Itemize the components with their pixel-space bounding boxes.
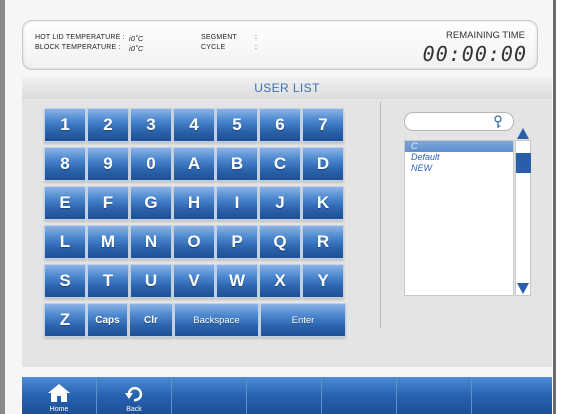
key-q[interactable]: Q [259, 225, 301, 259]
key-v[interactable]: V [173, 264, 215, 298]
key-o[interactable]: O [173, 225, 215, 259]
home-button[interactable]: Home [22, 377, 97, 414]
key-d[interactable]: D [302, 147, 344, 181]
list-item[interactable]: C [405, 141, 513, 152]
key-r[interactable]: R [302, 225, 344, 259]
nav-slot-6[interactable] [397, 377, 472, 414]
key-6[interactable]: 6 [259, 108, 301, 142]
user-list: C Default NEW [404, 140, 514, 296]
key-y[interactable]: Y [302, 264, 344, 298]
key-u[interactable]: U [130, 264, 172, 298]
key-c[interactable]: C [259, 147, 301, 181]
key-w[interactable]: W [216, 264, 258, 298]
list-item[interactable]: NEW [405, 163, 513, 174]
scroll-up-icon[interactable] [517, 128, 529, 139]
enter-button[interactable]: Enter [260, 303, 346, 337]
key-b[interactable]: B [216, 147, 258, 181]
key-a[interactable]: A [173, 147, 215, 181]
key-p[interactable]: P [216, 225, 258, 259]
scroll-down-icon[interactable] [517, 283, 529, 294]
key-2[interactable]: 2 [87, 108, 129, 142]
key-t[interactable]: T [87, 264, 129, 298]
clear-button[interactable]: Clr [129, 303, 173, 337]
segment-separator: : [255, 34, 258, 41]
key-0[interactable]: 0 [130, 147, 172, 181]
key-j[interactable]: J [259, 186, 301, 220]
key-e[interactable]: E [44, 186, 86, 220]
page-title: USER LIST [254, 81, 320, 95]
remaining-time-value: 00:00:00 [422, 42, 527, 66]
back-button[interactable]: Back [97, 377, 172, 414]
scrollbar[interactable] [515, 140, 531, 296]
cycle-separator: : [255, 44, 258, 51]
key-f[interactable]: F [87, 186, 129, 220]
key-l[interactable]: L [44, 225, 86, 259]
back-icon [125, 386, 143, 402]
home-icon [48, 384, 70, 402]
bottom-nav: Home Back [22, 377, 552, 414]
key-i[interactable]: I [216, 186, 258, 220]
key-k[interactable]: K [302, 186, 344, 220]
key-n[interactable]: N [130, 225, 172, 259]
key-3[interactable]: 3 [130, 108, 172, 142]
panel-divider [380, 102, 381, 328]
key-5[interactable]: 5 [216, 108, 258, 142]
hot-lid-label: HOT LID TEMPERATURE : [35, 34, 125, 41]
search-input[interactable] [404, 112, 514, 131]
block-temp-label: BLOCK TEMPERATURE : [35, 44, 121, 51]
back-label: Back [126, 406, 142, 413]
nav-slot-3[interactable] [172, 377, 247, 414]
remaining-time-label: REMAINING TIME [446, 30, 525, 41]
key-1[interactable]: 1 [44, 108, 86, 142]
key-9[interactable]: 9 [87, 147, 129, 181]
nav-slot-5[interactable] [322, 377, 397, 414]
key-z[interactable]: Z [44, 303, 86, 337]
nav-slot-7[interactable] [472, 377, 552, 414]
segment-label: SEGMENT [201, 34, 238, 41]
key-icon [494, 115, 502, 128]
nav-slot-4[interactable] [247, 377, 322, 414]
list-item[interactable]: Default [405, 152, 513, 163]
key-g[interactable]: G [130, 186, 172, 220]
status-header: HOT LID TEMPERATURE : i0˚C BLOCK TEMPERA… [22, 20, 538, 70]
backspace-button[interactable]: Backspace [174, 303, 259, 337]
key-m[interactable]: M [87, 225, 129, 259]
block-temp-value: i0˚C [129, 44, 144, 53]
key-s[interactable]: S [44, 264, 86, 298]
key-7[interactable]: 7 [302, 108, 344, 142]
key-4[interactable]: 4 [173, 108, 215, 142]
home-label: Home [49, 406, 69, 413]
cycle-label: CYCLE [201, 44, 226, 51]
caps-button[interactable]: Caps [87, 303, 128, 337]
key-8[interactable]: 8 [44, 147, 86, 181]
key-x[interactable]: X [259, 264, 301, 298]
key-h[interactable]: H [173, 186, 215, 220]
scroll-thumb[interactable] [516, 153, 531, 173]
hot-lid-value: i0˚C [129, 34, 144, 43]
